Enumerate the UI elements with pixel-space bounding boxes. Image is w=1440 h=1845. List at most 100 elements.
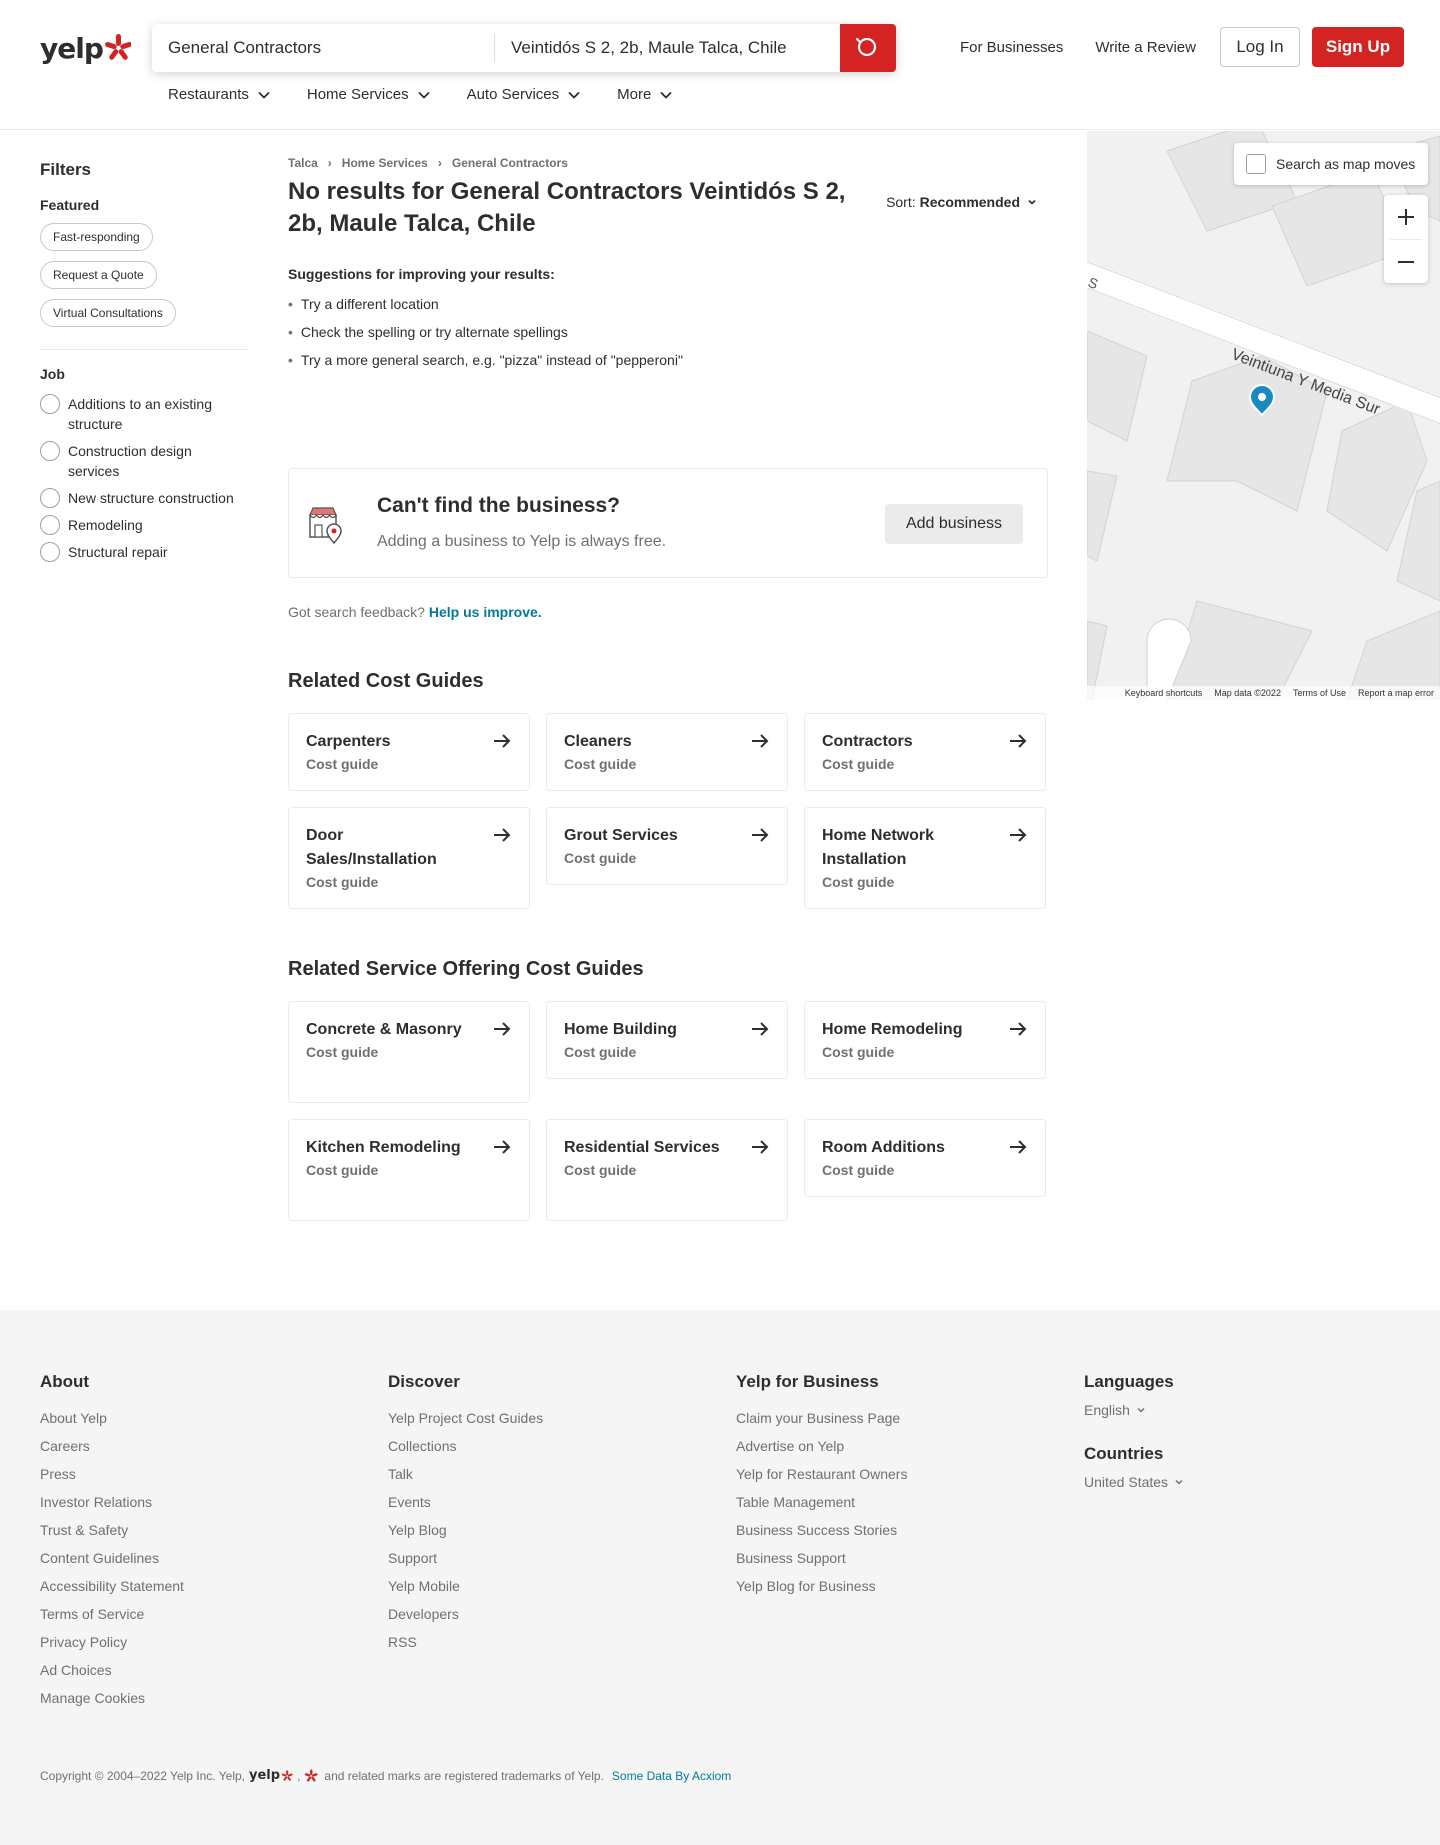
zoom-in-button[interactable] (1384, 195, 1428, 239)
guide-name: Grout Services (564, 827, 678, 844)
map-panel[interactable]: S Veintiuna Y Media Sur Search as map mo… (1087, 131, 1440, 700)
storefront-pin-icon (309, 507, 342, 545)
sort-dropdown[interactable]: Sort: Recommended (886, 194, 1038, 210)
cost-guide-card[interactable]: Cleaners Cost guide (546, 713, 788, 791)
cost-guide-card[interactable]: Home Remodeling Cost guide (804, 1001, 1046, 1079)
pill-request-quote[interactable]: Request a Quote (40, 261, 157, 289)
help-improve-link[interactable]: Help us improve. (429, 604, 542, 620)
breadcrumb-home-services[interactable]: Home Services (342, 156, 428, 170)
cost-guide-card[interactable]: Contractors Cost guide (804, 713, 1046, 791)
map-terms-link[interactable]: Terms of Use (1293, 688, 1346, 698)
keyboard-shortcuts-link[interactable]: Keyboard shortcuts (1125, 688, 1203, 698)
yelp-logo[interactable]: yelp (40, 30, 131, 66)
job-option[interactable]: Remodeling (40, 515, 250, 535)
radio-button[interactable] (40, 515, 60, 535)
guide-sub: Cost guide (822, 874, 895, 890)
footer-link[interactable]: Collections (388, 1436, 543, 1456)
job-option[interactable]: Additions to an existing structure (40, 394, 250, 434)
near-input[interactable]: Veintidós S 2, 2b, Maule Talca, Chile (495, 24, 840, 72)
checkbox[interactable] (1246, 154, 1266, 174)
footer-countries-title: Countries (1084, 1444, 1164, 1463)
footer-link[interactable]: Press (40, 1464, 184, 1484)
guide-name: Cleaners (564, 733, 632, 750)
footer-link[interactable]: About Yelp (40, 1408, 184, 1428)
write-review-link[interactable]: Write a Review (1095, 39, 1196, 56)
cost-guide-card[interactable]: Home Network Installation Cost guide (804, 807, 1046, 909)
cost-guide-card[interactable]: Kitchen Remodeling Cost guide (288, 1119, 530, 1221)
arrow-right-icon (1010, 828, 1027, 842)
report-map-error-link[interactable]: Report a map error (1358, 688, 1434, 698)
near-input-value: Veintidós S 2, 2b, Maule Talca, Chile (511, 38, 787, 57)
cost-guide-card[interactable]: Home Building Cost guide (546, 1001, 788, 1079)
arrow-right-icon (494, 828, 511, 842)
footer-link[interactable]: Business Support (736, 1548, 907, 1568)
footer-link[interactable]: Investor Relations (40, 1492, 184, 1512)
acxiom-link[interactable]: Some Data By Acxiom (612, 1769, 731, 1783)
for-businesses-link[interactable]: For Businesses (960, 39, 1063, 56)
footer-link[interactable]: Advertise on Yelp (736, 1436, 907, 1456)
signup-button[interactable]: Sign Up (1311, 27, 1404, 67)
footer-link[interactable]: Trust & Safety (40, 1520, 184, 1540)
cost-guide-card[interactable]: Concrete & Masonry Cost guide (288, 1001, 530, 1103)
add-business-button[interactable]: Add business (885, 504, 1023, 544)
zoom-out-button[interactable] (1384, 240, 1428, 284)
footer-link[interactable]: Yelp for Restaurant Owners (736, 1464, 907, 1484)
nav-restaurants[interactable]: Restaurants (168, 86, 271, 103)
footer-link[interactable]: Content Guidelines (40, 1548, 184, 1568)
footer-link[interactable]: Privacy Policy (40, 1632, 184, 1652)
job-option[interactable]: Structural repair (40, 542, 250, 562)
nav-more[interactable]: More (617, 86, 673, 103)
footer-link[interactable]: Manage Cookies (40, 1688, 184, 1708)
footer-link[interactable]: Business Success Stories (736, 1520, 907, 1540)
footer-link[interactable]: Claim your Business Page (736, 1408, 907, 1428)
footer-discover-title: Discover (388, 1372, 460, 1391)
find-input-value: General Contractors (168, 38, 322, 57)
footer-link[interactable]: Yelp Project Cost Guides (388, 1408, 543, 1428)
map-pin-icon[interactable] (1248, 384, 1276, 416)
cost-guide-card[interactable]: Carpenters Cost guide (288, 713, 530, 791)
footer-link[interactable]: Careers (40, 1436, 184, 1456)
language-selector[interactable]: English (1084, 1402, 1184, 1418)
cost-guide-card[interactable]: Residential Services Cost guide (546, 1119, 788, 1221)
search-as-map-moves-toggle[interactable]: Search as map moves (1234, 143, 1428, 185)
nav-restaurants-label: Restaurants (168, 86, 249, 103)
footer-link[interactable]: Accessibility Statement (40, 1576, 184, 1596)
radio-button[interactable] (40, 542, 60, 562)
arrow-right-icon (494, 1022, 511, 1036)
pill-fast-responding[interactable]: Fast-responding (40, 223, 153, 251)
footer-link[interactable]: Talk (388, 1464, 543, 1484)
cost-guide-card[interactable]: Grout Services Cost guide (546, 807, 788, 885)
breadcrumb-talca[interactable]: Talca (288, 156, 318, 170)
footer-link[interactable]: Yelp Blog (388, 1520, 543, 1540)
footer-link[interactable]: Developers (388, 1604, 543, 1624)
login-button[interactable]: Log In (1219, 27, 1300, 67)
footer-link[interactable]: RSS (388, 1632, 543, 1652)
nav-auto-services[interactable]: Auto Services (467, 86, 582, 103)
guide-sub: Cost guide (564, 850, 637, 866)
breadcrumb-general-contractors[interactable]: General Contractors (452, 156, 568, 170)
header: yelp General Contractors Veintidós S 2, … (0, 0, 1440, 130)
guide-name: Home Building (564, 1021, 677, 1038)
footer-link[interactable]: Yelp Mobile (388, 1576, 543, 1596)
footer-link[interactable]: Yelp Blog for Business (736, 1576, 907, 1596)
country-selector[interactable]: United States (1084, 1474, 1184, 1490)
job-option[interactable]: New structure construction (40, 488, 250, 508)
radio-button[interactable] (40, 488, 60, 508)
radio-button[interactable] (40, 394, 60, 414)
radio-button[interactable] (40, 441, 60, 461)
footer-link[interactable]: Ad Choices (40, 1660, 184, 1680)
search-button[interactable] (840, 24, 896, 72)
job-option[interactable]: Construction design services (40, 441, 250, 481)
pill-virtual-consultations[interactable]: Virtual Consultations (40, 299, 176, 327)
nav-home-services[interactable]: Home Services (307, 86, 431, 103)
footer-link[interactable]: Terms of Service (40, 1604, 184, 1624)
footer-link[interactable]: Table Management (736, 1492, 907, 1512)
cost-guide-card[interactable]: Room Additions Cost guide (804, 1119, 1046, 1197)
footer-link[interactable]: Support (388, 1548, 543, 1568)
footer-link[interactable]: Events (388, 1492, 543, 1512)
cost-guide-card[interactable]: Door Sales/Installation Cost guide (288, 807, 530, 909)
find-input[interactable]: General Contractors (152, 24, 494, 72)
page-title: No results for General Contractors Veint… (288, 178, 846, 237)
arrow-right-icon (752, 734, 769, 748)
search-bar: General Contractors Veintidós S 2, 2b, M… (152, 24, 896, 72)
